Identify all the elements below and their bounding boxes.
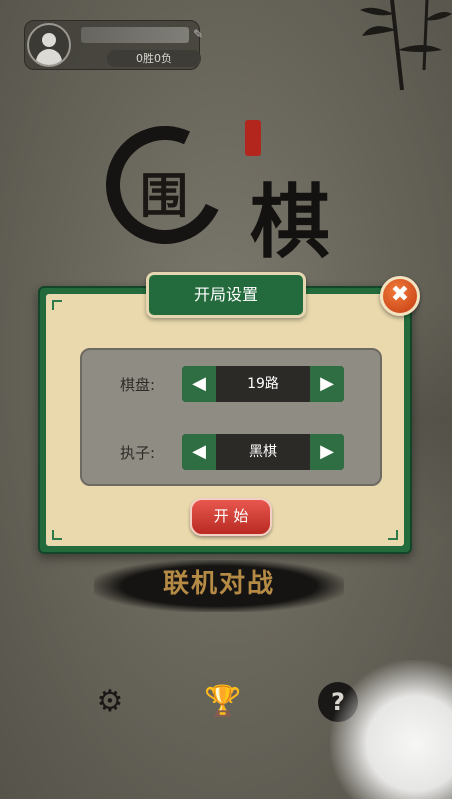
board-size-value: 19路 [247,376,279,392]
stone-color-stepper: ◀ 黑棋 ▶ [182,434,344,470]
logo-char-wei: 围 [140,168,189,224]
corner-ornament [52,530,62,540]
stone-color-prev-button[interactable]: ◀ [182,434,216,470]
start-button[interactable]: 开 始 [190,498,272,536]
board-size-next-button[interactable]: ▶ [310,366,344,402]
win-loss-record: 0胜0负 [107,50,201,67]
player-name-blurred [81,27,189,43]
board-size-label: 棋盘: [120,376,156,394]
logo-red-seal [245,120,261,156]
stone-color-next-button[interactable]: ▶ [310,434,344,470]
edit-icon[interactable]: ✎ [193,27,203,43]
board-size-stepper: ◀ 19路 ▶ [182,366,344,402]
corner-ornament [52,300,62,310]
online-battle-button[interactable]: 联机对战 [94,560,344,612]
close-button[interactable]: ✖ [380,276,420,316]
stone-color-label: 执子: [120,444,156,462]
avatar-body-shape [36,49,62,65]
bamboo-decoration [360,0,452,90]
watermark-overlay [330,660,452,799]
trophy-icon[interactable]: 🏆 [204,684,241,720]
game-setup-dialog: 棋盘: ◀ 19路 ▶ 执子: ◀ 黑棋 ▶ 开 始 开局设置 ✖ [38,272,420,554]
dialog-body: 棋盘: ◀ 19路 ▶ 执子: ◀ 黑棋 ▶ 开 始 [46,294,404,546]
stone-color-value: 黑棋 [249,444,277,460]
corner-ornament [388,530,398,540]
board-size-prev-button[interactable]: ◀ [182,366,216,402]
gear-icon[interactable]: ⚙ [92,684,128,720]
player-profile[interactable]: ✎ 0胜0负 [24,20,203,70]
avatar[interactable] [27,23,71,67]
avatar-head-shape [42,33,56,47]
logo-char-qi: 棋 [250,175,330,269]
settings-panel: 棋盘: ◀ 19路 ▶ 执子: ◀ 黑棋 ▶ [80,348,382,486]
game-logo: 围 棋 [89,109,360,269]
dialog-title: 开局设置 [146,272,306,318]
